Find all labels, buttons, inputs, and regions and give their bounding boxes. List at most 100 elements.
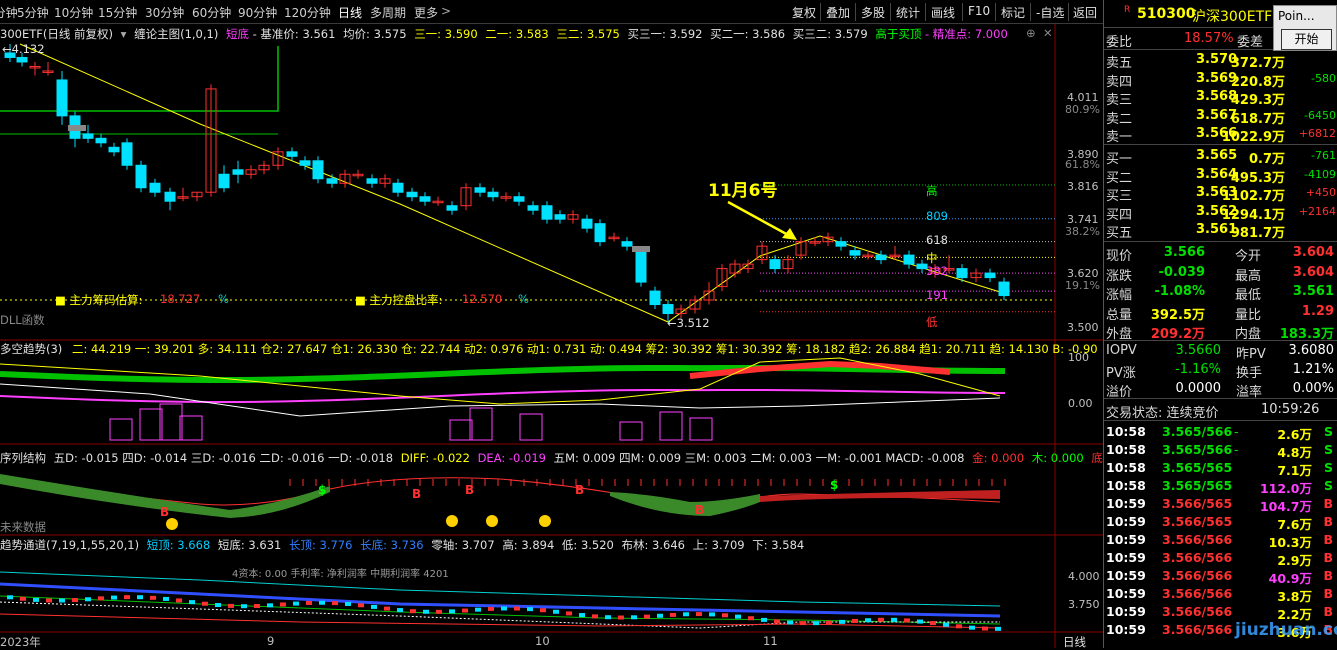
future-data-label: 未来数据 [0,520,46,534]
tick-side: B [1323,550,1333,565]
dropdown-icon[interactable]: ▾ [121,27,127,41]
stock-code: 510300 [1137,6,1196,22]
tick-row: 10:59 3.566/566 2.2万 B [1104,603,1337,622]
candle-body [419,196,431,202]
period-120min[interactable]: 120分钟 [284,4,331,21]
period-10min[interactable]: 10分钟 [54,4,93,21]
stat-label: 量比 [1235,307,1262,323]
top-price-label: ←4.132 [2,42,45,56]
period-5min[interactable]: 5分钟 [17,4,49,21]
panel4-xia: 下: 3.584 [752,538,805,552]
san-er: 三二: 3.575 [556,27,620,41]
mini-candle [527,607,533,612]
period-90min[interactable]: 90分钟 [238,4,277,21]
trend-line [19,43,1001,323]
iopv-label: 昨PV [1236,347,1266,362]
level-di: 低 [926,315,938,329]
tick-row: 10:59 3.566/565 104.7万 B [1104,495,1337,514]
tick-dir: - [1234,442,1239,457]
candle-body [149,182,161,193]
candle-body [218,173,230,189]
dll-label: DLL函数 [0,313,45,327]
period-1min[interactable]: 1分钟 [0,4,18,21]
sell-volume: 618.7万 [1230,111,1285,127]
mini-candle [826,620,832,625]
candle-body [56,79,68,117]
tick-price: 3.565/566 [1162,442,1233,457]
kline-chart[interactable]: B B B B B $ $ [0,24,1103,648]
mini-candle [85,597,91,602]
magenta-box [159,403,183,441]
iopv-value: 0.00% [1292,381,1334,396]
panel4-title[interactable]: 趋势通道(7,19,1,55,20,1) [0,538,139,552]
buy-price[interactable]: 3.565 [1196,148,1237,163]
multi-stock-button[interactable]: 多股 [861,4,885,21]
mai-san-er: 买三二: 3.579 [792,27,868,41]
f10-button[interactable]: F10 [968,4,990,18]
tick-row: 10:59 3.566/565 7.6万 B [1104,513,1337,532]
mini-candle [98,596,104,601]
panel2-axis-100: 100 [1068,351,1089,364]
period-daily[interactable]: 日线 [338,4,362,21]
fuquan-button[interactable]: 复权 [792,4,816,21]
tick-price: 3.566/566 [1162,532,1233,547]
gray-marker [68,125,86,131]
main-chart-header: 300ETF(日线 前复权) ▾ 缠论主图(1,0,1) 短底 - 基准价: 3… [0,26,1008,42]
period-30min[interactable]: 30分钟 [145,4,184,21]
mini-candle [449,609,455,614]
iopv-value: 0.0000 [1175,381,1222,396]
point-popup[interactable]: Poin... 开始 [1273,5,1337,51]
more-menu[interactable]: 更多 [414,4,438,21]
close-icon[interactable]: ✕ [1043,26,1053,40]
mini-candle [969,625,975,630]
overlay-button[interactable]: 叠加 [826,4,850,21]
panel2-title[interactable]: 多空趋势(3) [0,342,62,356]
candle-body [299,160,311,166]
buy-level-label: 买五 [1106,226,1133,241]
mini-candle [631,615,637,620]
panel3-header: 序列结构 五D: -0.015 四D: -0.014 三D: -0.016 二D… [0,450,1114,466]
period-60min[interactable]: 60分钟 [192,4,231,21]
tick-dir: - [1234,424,1239,439]
draw-line-button[interactable]: 画线 [931,4,955,21]
mark-button[interactable]: 标记 [1001,4,1025,21]
panel3-dea: DEA: -0.019 [477,451,546,465]
start-button[interactable]: 开始 [1281,29,1332,50]
candle-body [121,142,133,166]
junjia-label: 均价: [343,27,370,41]
settings-icon[interactable]: ⊕ [1026,26,1036,40]
tick-price: 3.566/565 [1162,496,1233,511]
level-gao: 高 [926,184,938,198]
iopv-value: 3.5660 [1175,343,1222,358]
mini-candle [592,614,598,619]
mini-candle [839,619,845,624]
period-multi[interactable]: 多周期 [370,4,406,21]
mini-candle [709,612,715,617]
buy-change: -4109 [1304,167,1336,181]
trade-time: 10:59:26 [1261,402,1320,417]
panel3-title[interactable]: 序列结构 [0,451,46,465]
stat-value: 3.604 [1292,264,1334,280]
candle-body [406,191,418,198]
candle-body [232,169,244,175]
mini-candle [865,618,871,623]
magenta-box [619,421,643,441]
mini-candle [358,603,364,608]
period-15min[interactable]: 15分钟 [98,4,137,21]
mini-candle [241,604,247,609]
buy-volume: 0.7万 [1248,152,1285,167]
tick-side: B [1323,514,1333,529]
watchlist-button[interactable]: -自选 [1036,4,1064,21]
mini-candle [189,600,195,605]
tick-price: 3.566/566 [1162,604,1233,619]
stat-label: 最高 [1235,268,1262,284]
stats-button[interactable]: 统计 [896,4,920,21]
chart-area[interactable]: B B B B B $ $ 300ETF(日线 前复权) ▾ 缠论主图(1,0,1) 短底 … [0,24,1114,649]
indicator-name[interactable]: 缠论主图(1,0,1) [134,27,218,41]
back-button[interactable]: 返回 [1073,4,1097,21]
buy-volume: 981.7万 [1230,226,1285,241]
candle-body [135,164,147,189]
candle-body [164,191,176,202]
mini-candle [59,598,65,603]
chevron-right-icon[interactable]: > [441,4,451,18]
